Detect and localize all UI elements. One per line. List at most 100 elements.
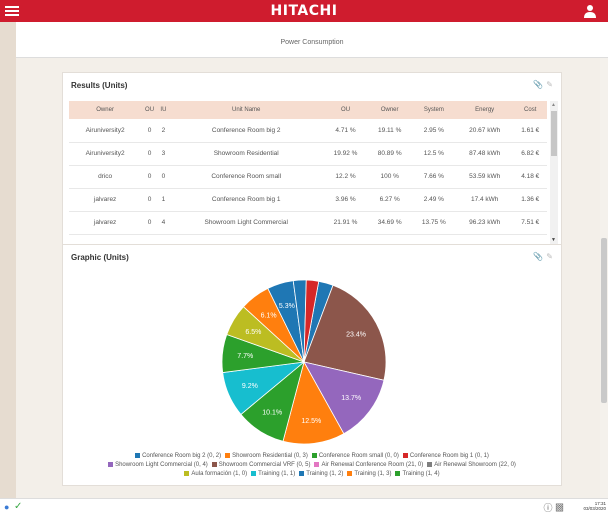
pie-chart: 23.4% 13.7% 12.5% 10.1% 9.2% 7.7% 6.5% 6.1%5.3% — [221, 279, 387, 445]
legend-item[interactable]: Aula formación (1, 0) — [184, 470, 247, 479]
connection-icon: ● — [4, 502, 10, 512]
table-cell: 0 — [141, 188, 158, 212]
column-header[interactable]: IU — [157, 101, 169, 119]
legend-swatch — [311, 452, 317, 458]
legend-item[interactable]: Training (1, 4) — [395, 470, 440, 479]
table-row[interactable]: drico 0 0 Conference Room small 12.2 % 100 % 7… — [69, 165, 547, 189]
table-scrollbar[interactable]: ▲ ▼ — [550, 101, 558, 244]
pie-slice-label: 6.5% — [245, 329, 261, 336]
table-row[interactable]: jalvarez 0 4 Showroom Light Commercial 21.91… — [69, 211, 547, 235]
legend-item[interactable]: Training (1, 2) — [299, 470, 343, 479]
table-cell: 4 — [157, 211, 169, 235]
table-cell: Showroom Residential — [168, 142, 324, 166]
legend-label: Air Renewal Conference Room (21, 0) — [321, 462, 424, 468]
check-icon: ✓ — [14, 501, 23, 512]
column-header[interactable]: System — [411, 101, 456, 119]
table-cell: 0 — [141, 165, 158, 189]
legend-item[interactable]: Showroom Light Commercial (0, 4) — [108, 461, 208, 470]
table-cell: 3.96 % — [323, 188, 368, 212]
table-scroll-thumb[interactable] — [551, 111, 557, 156]
legend-swatch — [225, 452, 231, 458]
edit-icon[interactable]: ✎ — [546, 80, 553, 89]
system-tray-icons[interactable]: ⓘ ▩ — [543, 501, 564, 514]
scroll-up-icon[interactable]: ▲ — [551, 102, 556, 108]
legend-swatch — [395, 470, 401, 476]
column-header[interactable]: Unit Name — [168, 101, 324, 119]
legend-item[interactable]: Conference Room small (0, 0) — [311, 452, 399, 461]
column-header[interactable]: OU — [141, 101, 158, 119]
pie-slice-label: 9.2% — [242, 383, 258, 390]
user-icon[interactable] — [584, 4, 596, 18]
table-cell: 12.2 % — [323, 165, 368, 189]
clock: 17:31 03/03/2020 — [583, 501, 606, 511]
table-cell: 87.48 kWh — [455, 142, 514, 166]
table-cell: 13.75 % — [411, 211, 456, 235]
legend-swatch — [427, 461, 433, 467]
table-cell: 80.89 % — [367, 142, 412, 166]
legend-label: Air Renewal Showroom (22, 0) — [434, 462, 516, 468]
table-cell: 0 — [141, 211, 158, 235]
table-cell: 96.23 kWh — [455, 211, 514, 235]
legend-item[interactable]: Air Renewal Conference Room (21, 0) — [314, 461, 423, 470]
graphic-tools: 📎 ✎ — [530, 252, 553, 261]
top-bar: HITACHI — [0, 0, 608, 22]
legend-item[interactable]: Showroom Commercial VRF (0, 5) — [211, 461, 310, 470]
legend-item[interactable]: Air Renewal Showroom (22, 0) — [427, 461, 516, 470]
column-header[interactable]: Energy — [455, 101, 514, 119]
table-header-row: Owner OU IU Unit Name OU Owner System Energy Cos… — [69, 101, 547, 119]
attach-icon[interactable]: 📎 — [533, 80, 543, 89]
table-cell: Conference Room big 1 — [168, 188, 324, 212]
page-scroll-thumb[interactable] — [601, 238, 607, 403]
legend-label: Training (1, 1) — [258, 471, 296, 477]
results-table: Owner OU IU Unit Name OU Owner System Energy Cos… — [69, 101, 547, 235]
status-bar: ● ✓ ⓘ ▩ 17:31 03/03/2020 — [0, 498, 608, 514]
page-subtitle: Power Consumption — [280, 39, 344, 46]
table-cell: 0 — [157, 165, 169, 189]
table-cell: 4.71 % — [323, 119, 368, 143]
legend-item[interactable]: Training (1, 3) — [347, 470, 391, 479]
legend-swatch — [135, 452, 141, 458]
graphic-title: Graphic (Units) — [71, 253, 129, 262]
pie-slice-label: 12.5% — [301, 418, 321, 425]
legend-item[interactable]: Conference Room big 2 (0, 2) — [135, 452, 221, 461]
table-body: Airuniversity2 0 2 Conference Room big 2 4.7… — [69, 119, 547, 235]
legend-swatch — [314, 461, 320, 467]
table-cell: 19.11 % — [367, 119, 412, 143]
results-tools: 📎 ✎ — [530, 80, 553, 89]
page-scrollbar[interactable] — [600, 58, 608, 498]
content-area: Results (Units) 📎 ✎ Owner OU IU Unit Name OU O… — [16, 58, 608, 498]
pie-slice-label: 6.1% — [261, 312, 277, 319]
legend-label: Training (1, 3) — [354, 471, 392, 477]
table-row[interactable]: Airuniversity2 0 2 Conference Room big 2 4.7… — [69, 119, 547, 143]
legend-item[interactable]: Training (1, 1) — [251, 470, 295, 479]
table-cell: 1.36 € — [513, 188, 547, 212]
scroll-down-icon[interactable]: ▼ — [551, 237, 556, 243]
edit-icon[interactable]: ✎ — [546, 252, 553, 261]
attach-icon[interactable]: 📎 — [533, 252, 543, 261]
legend-item[interactable]: Conference Room big 1 (0, 1) — [402, 452, 489, 461]
table-cell: 2 — [157, 119, 169, 143]
column-header[interactable]: Owner — [69, 101, 142, 119]
pie-slice-label: 5.3% — [279, 303, 295, 310]
results-panel: Results (Units) 📎 ✎ Owner OU IU Unit Name OU O… — [62, 72, 562, 252]
page-header: Power Consumption — [16, 22, 608, 58]
column-header[interactable]: Cost — [513, 101, 547, 119]
table-row[interactable]: jalvarez 0 1 Conference Room big 1 3.96 % 6.2… — [69, 188, 547, 212]
legend-swatch — [402, 452, 408, 458]
table-cell: 21.91 % — [323, 211, 368, 235]
table-cell: 1 — [157, 188, 169, 212]
graphic-panel: Graphic (Units) 📎 ✎ 23.4% 13.7% 12.5% 10.1% 9… — [62, 244, 562, 486]
column-header[interactable]: OU — [323, 101, 368, 119]
table-cell: jalvarez — [69, 188, 142, 212]
table-row[interactable]: Airuniversity2 0 3 Showroom Residential 19.9… — [69, 142, 547, 166]
table-cell: 7.66 % — [411, 165, 456, 189]
column-header[interactable]: Owner — [367, 101, 412, 119]
table-cell: Conference Room big 2 — [168, 119, 324, 143]
pie-slice-label: 23.4% — [346, 332, 366, 339]
legend-item[interactable]: Showroom Residential (0, 3) — [225, 452, 308, 461]
table-cell: 53.59 kWh — [455, 165, 514, 189]
pie-slice-label: 7.7% — [237, 353, 253, 360]
legend-label: Training (1, 4) — [402, 471, 440, 477]
table-cell: 4.18 € — [513, 165, 547, 189]
table-cell: 2.49 % — [411, 188, 456, 212]
